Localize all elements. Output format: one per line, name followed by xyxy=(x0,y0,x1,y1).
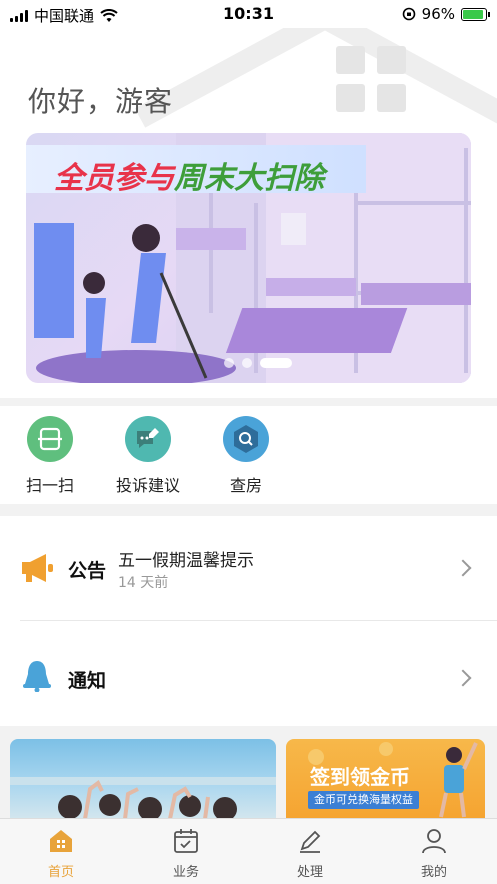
announcement-title: 五一假期温馨提示 xyxy=(118,551,254,571)
tab-mine[interactable]: 我的 xyxy=(389,827,479,880)
message-edit-icon xyxy=(125,416,171,462)
announcement-label: 公告 xyxy=(68,560,107,582)
calendar-icon xyxy=(172,827,200,855)
bottom-tab-bar: 首页 业务 处理 我的 xyxy=(0,818,497,884)
quick-action-complaint[interactable]: 投诉建议 xyxy=(100,416,196,496)
promo-banner[interactable]: 全员参与周末大扫除 xyxy=(26,133,471,383)
grid-menu-icon[interactable] xyxy=(336,46,406,112)
promo-card-photo[interactable] xyxy=(10,739,276,819)
pagination-dot[interactable] xyxy=(242,358,252,368)
banner-title-part2: 周末大扫除 xyxy=(174,161,324,196)
status-bar: 中国联通 10:31 96% xyxy=(0,0,497,28)
tab-label: 处理 xyxy=(296,865,323,880)
friends-photo xyxy=(10,777,276,819)
status-right: 96% xyxy=(402,5,490,23)
scan-icon xyxy=(27,416,73,462)
chevron-right-icon xyxy=(454,559,472,577)
tab-label: 首页 xyxy=(47,865,74,880)
orientation-lock-icon xyxy=(402,7,415,21)
pen-icon xyxy=(296,827,324,855)
tab-label: 我的 xyxy=(420,865,447,880)
quick-action-label: 投诉建议 xyxy=(115,476,180,495)
banner-title-part1: 全员参与 xyxy=(54,161,174,196)
announcement-row[interactable]: 公告 五一假期温馨提示 14 天前 xyxy=(0,516,497,620)
quick-action-label: 查房 xyxy=(229,476,262,495)
tab-process[interactable]: 处理 xyxy=(265,827,355,880)
home-header: 你好，游客 全员参与周末大扫除 xyxy=(0,28,497,398)
home-icon xyxy=(47,827,75,855)
promo-card-checkin[interactable]: 签到领金币 金币可兑换海量权益 xyxy=(286,739,485,819)
user-icon xyxy=(420,827,448,855)
divider xyxy=(20,620,497,621)
checkin-title: 签到领金币 xyxy=(310,765,410,789)
quick-actions: 扫一扫 投诉建议 查房 xyxy=(0,406,497,504)
notification-row[interactable]: 通知 xyxy=(0,622,497,726)
notice-panel: 公告 五一假期温馨提示 14 天前 通知 xyxy=(0,516,497,726)
banner-pagination xyxy=(224,358,292,368)
tab-home[interactable]: 首页 xyxy=(16,827,106,880)
battery-percent: 96% xyxy=(421,5,455,23)
checkin-subtitle: 金币可兑换海量权益 xyxy=(308,791,419,809)
notification-label: 通知 xyxy=(68,670,107,692)
quick-action-scan[interactable]: 扫一扫 xyxy=(2,416,98,496)
quick-action-label: 扫一扫 xyxy=(25,476,74,495)
tab-business[interactable]: 业务 xyxy=(141,827,231,880)
pagination-dot-active[interactable] xyxy=(260,358,292,368)
quick-action-room-check[interactable]: 查房 xyxy=(198,416,294,496)
banner-title: 全员参与周末大扫除 xyxy=(54,153,324,197)
chevron-right-icon xyxy=(454,669,472,687)
greeting-text: 你好，游客 xyxy=(28,85,174,118)
bell-icon xyxy=(23,661,51,692)
battery-icon xyxy=(461,7,490,21)
megaphone-icon xyxy=(22,554,53,582)
pagination-dot[interactable] xyxy=(224,358,234,368)
announcement-time: 14 天前 xyxy=(118,575,169,591)
tab-label: 业务 xyxy=(172,865,199,880)
search-icon xyxy=(223,416,269,462)
